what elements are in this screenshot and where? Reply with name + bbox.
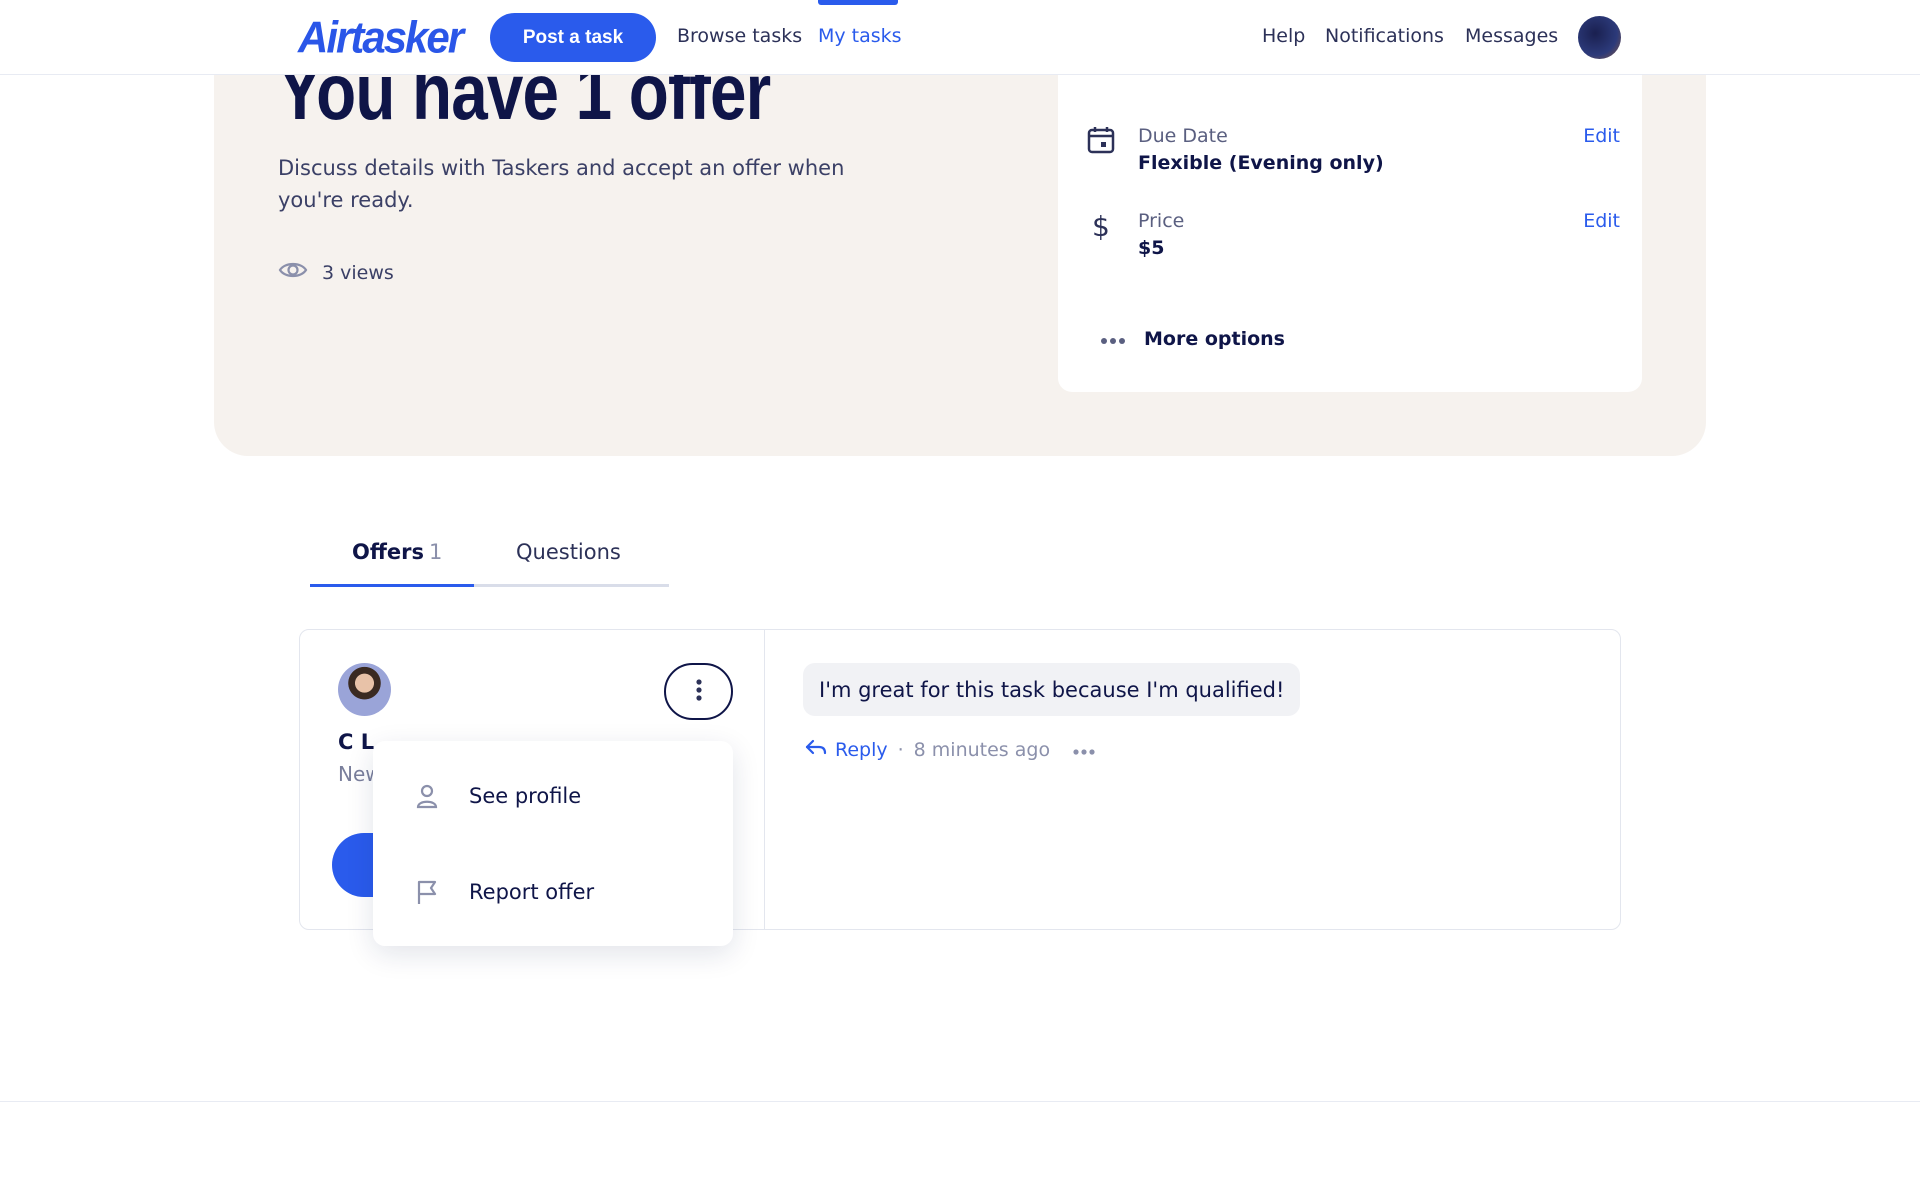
price-label: Price [1138,210,1185,232]
see-profile-label: See profile [469,784,582,808]
reply-button[interactable]: Reply [805,738,888,761]
tab-questions[interactable]: Questions [516,540,621,564]
tab-offers-label: Offers [352,540,424,564]
top-navigation: Airtasker Post a task Browse tasks My ta… [0,0,1920,75]
nav-notifications[interactable]: Notifications [1325,25,1444,47]
due-date-label: Due Date [1138,125,1228,147]
flag-icon [413,878,441,906]
more-options-button[interactable]: More options [1100,328,1285,350]
offer-divider [764,629,765,930]
message-more-icon[interactable] [1072,739,1096,761]
offer-tabs: Offers 1 Questions [310,530,669,587]
eye-icon [278,260,308,285]
edit-due-date-link[interactable]: Edit [1583,125,1620,147]
active-tab-indicator [310,584,474,587]
views-count: 3 views [278,260,394,285]
offer-menu-button[interactable] [664,663,733,720]
due-date-row: Due Date Flexible (Evening only) Edit [1086,125,1626,185]
due-date-value: Flexible (Evening only) [1138,152,1384,174]
message-meta: Reply · 8 minutes ago [805,738,1096,761]
nav-browse-tasks[interactable]: Browse tasks [677,25,802,47]
ellipsis-icon [1100,328,1126,350]
message-timestamp: 8 minutes ago [913,738,1051,761]
price-row: $ Price $5 Edit [1086,210,1626,270]
offers-count: 1 [428,540,443,564]
reply-label: Reply [835,738,888,761]
user-avatar[interactable] [1578,16,1621,59]
tab-offers[interactable]: Offers 1 [352,540,442,564]
calendar-icon [1086,125,1116,155]
reply-arrow-icon [805,738,827,761]
menu-item-see-profile[interactable]: See profile [373,766,733,826]
nav-my-tasks[interactable]: My tasks [818,25,902,47]
meta-separator: · [897,738,904,761]
vertical-ellipsis-icon [695,678,703,705]
edit-price-link[interactable]: Edit [1583,210,1620,232]
footer-divider [0,1101,1920,1102]
offer-message: I'm great for this task because I'm qual… [803,663,1301,716]
dollar-icon: $ [1092,210,1110,243]
report-offer-label: Report offer [469,880,595,904]
tasker-avatar[interactable] [338,663,391,716]
offer-menu-dropdown: See profile Report offer [373,741,733,946]
airtasker-logo[interactable]: Airtasker [298,13,464,63]
nav-messages[interactable]: Messages [1465,25,1558,47]
person-icon [413,782,441,810]
price-value: $5 [1138,237,1165,259]
nav-help[interactable]: Help [1262,25,1305,47]
post-task-button[interactable]: Post a task [490,13,656,62]
active-nav-indicator [818,0,898,5]
views-label: 3 views [322,261,394,284]
more-options-label: More options [1144,328,1285,350]
hero-description: Discuss details with Taskers and accept … [278,156,845,212]
menu-item-report-offer[interactable]: Report offer [373,862,733,922]
